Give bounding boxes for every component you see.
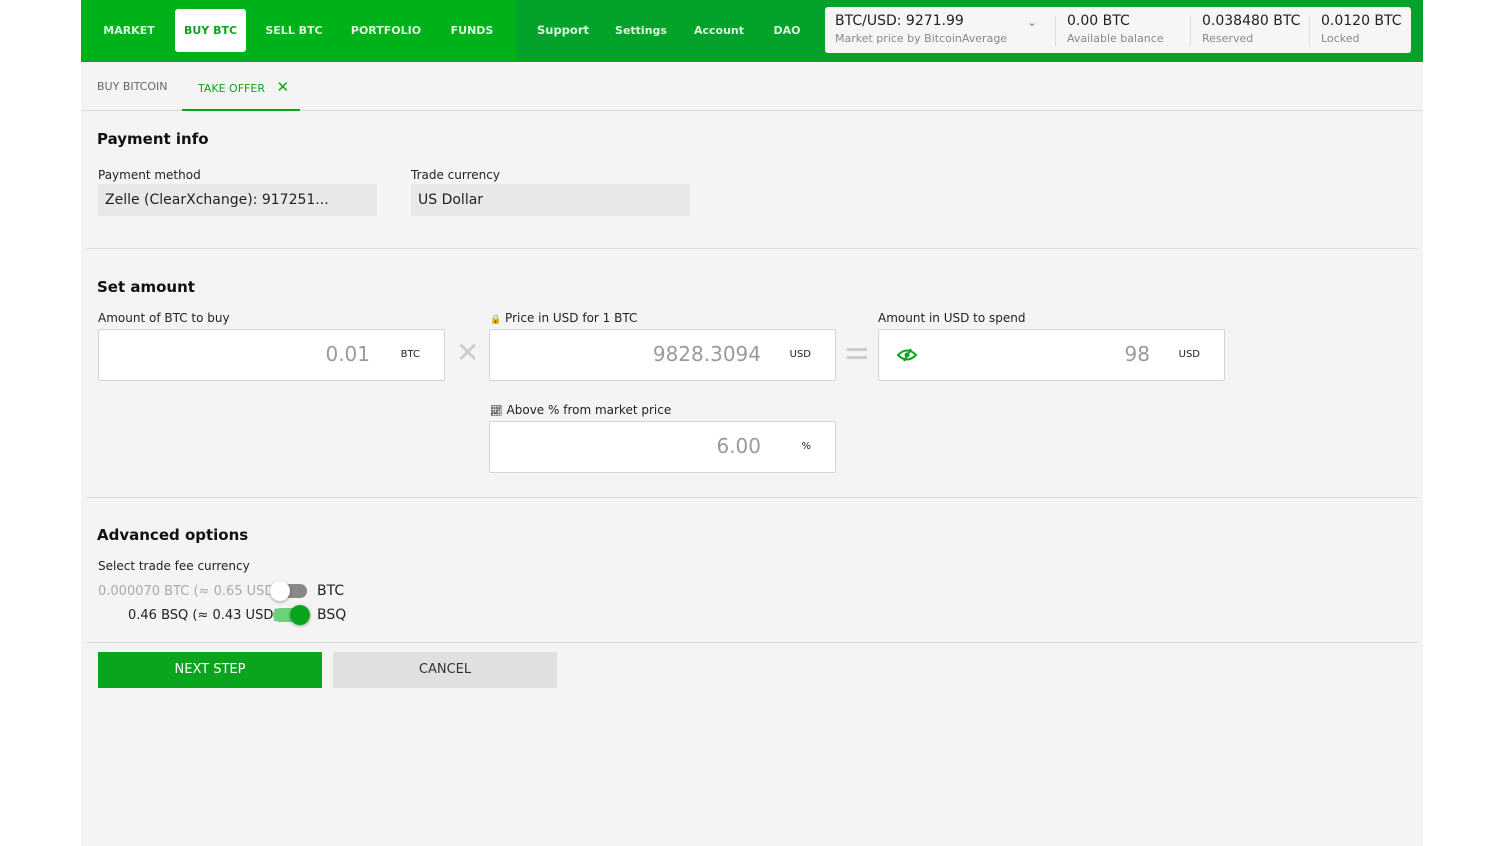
bsq-fee-name: BSQ [317, 607, 347, 623]
percentage-label-text: Above % from market price [506, 403, 672, 417]
chart-icon: 📈︎ [490, 406, 503, 417]
trade-currency-label: Trade currency [411, 168, 500, 182]
btc-amount-value: 0.01 [325, 342, 370, 366]
price-input[interactable]: 9828.3094 USD [489, 329, 836, 381]
percentage-label: 📈︎ Above % from market price [490, 403, 671, 417]
nav-settings[interactable]: Settings [611, 9, 671, 52]
available-label: Available balance [1067, 32, 1164, 45]
btc-amount-label: Amount of BTC to buy [98, 311, 230, 325]
price-label: 🔒 Price in USD for 1 BTC [490, 311, 637, 325]
nav-sell-btc[interactable]: SELL BTC [259, 9, 329, 52]
spend-value: 98 [1124, 342, 1150, 366]
cancel-button[interactable]: CANCEL [333, 652, 557, 688]
trade-currency-field: US Dollar [411, 184, 690, 216]
percentage-unit: % [801, 441, 811, 452]
app-window: MARKET BUY BTC SELL BTC PORTFOLIO FUNDS … [81, 0, 1423, 846]
set-amount-title: Set amount [97, 278, 195, 296]
close-icon[interactable]: ✕ [276, 78, 289, 96]
lock-icon: 🔒 [490, 315, 502, 325]
reserved-balance: 0.038480 BTC [1202, 13, 1301, 29]
payment-method-label: Payment method [98, 168, 201, 182]
nav-portfolio[interactable]: PORTFOLIO [343, 9, 429, 52]
nav-account[interactable]: Account [689, 9, 749, 52]
spend-label: Amount in USD to spend [878, 311, 1026, 325]
price-unit: USD [789, 349, 811, 360]
available-balance: 0.00 BTC [1067, 13, 1130, 29]
price-label-text: Price in USD for 1 BTC [505, 311, 638, 325]
btc-fee-text: 0.000070 BTC (≈ 0.65 USD) [98, 584, 280, 599]
btc-fee-toggle[interactable] [270, 581, 307, 601]
locked-label: Locked [1321, 32, 1360, 45]
chevron-down-icon[interactable]: ⌄ [1027, 15, 1037, 29]
equals-icon [847, 356, 867, 359]
btc-amount-input[interactable]: 0.01 BTC [98, 329, 445, 381]
nav-dao[interactable]: DAO [767, 9, 807, 52]
nav-funds[interactable]: FUNDS [443, 9, 501, 52]
market-price-label: Market price by BitcoinAverage [835, 32, 1008, 45]
tab-buy-bitcoin[interactable]: BUY BITCOIN [97, 78, 168, 111]
percentage-input[interactable]: 6.00 % [489, 421, 836, 473]
bsq-fee-text: 0.46 BSQ (≈ 0.43 USD) [128, 608, 279, 623]
spend-input[interactable]: 98 USD [878, 329, 1225, 381]
nav-support[interactable]: Support [533, 9, 593, 52]
payment-info-title: Payment info [97, 130, 209, 148]
percentage-value: 6.00 [716, 434, 761, 458]
btc-fee-name: BTC [317, 583, 345, 599]
balance-panel: BTC/USD: 9271.99 Market price by Bitcoin… [825, 7, 1411, 53]
bsq-fee-toggle[interactable] [273, 605, 310, 625]
next-step-button[interactable]: NEXT STEP [98, 652, 322, 688]
fee-currency-label: Select trade fee currency [98, 559, 250, 573]
advanced-options-title: Advanced options [97, 526, 249, 544]
tab-take-offer-label: TAKE OFFER [198, 82, 265, 95]
top-navigation: MARKET BUY BTC SELL BTC PORTFOLIO FUNDS … [81, 0, 1423, 62]
spend-unit: USD [1178, 349, 1200, 360]
nav-market[interactable]: MARKET [95, 9, 163, 52]
nav-buy-btc[interactable]: BUY BTC [175, 9, 246, 52]
reserved-label: Reserved [1202, 32, 1254, 45]
tab-take-offer[interactable]: TAKE OFFER ✕ [182, 78, 300, 111]
locked-balance: 0.0120 BTC [1321, 13, 1402, 29]
btc-unit: BTC [400, 349, 420, 360]
market-price: BTC/USD: 9271.99 [835, 13, 964, 29]
multiply-icon: ✕ [456, 336, 480, 369]
market-price-selector[interactable]: BTC/USD: 9271.99 Market price by Bitcoin… [835, 13, 1007, 45]
payment-method-field: Zelle (ClearXchange): 917251... [98, 184, 377, 216]
eye-slash-icon[interactable] [897, 348, 917, 362]
price-value: 9828.3094 [652, 342, 761, 366]
